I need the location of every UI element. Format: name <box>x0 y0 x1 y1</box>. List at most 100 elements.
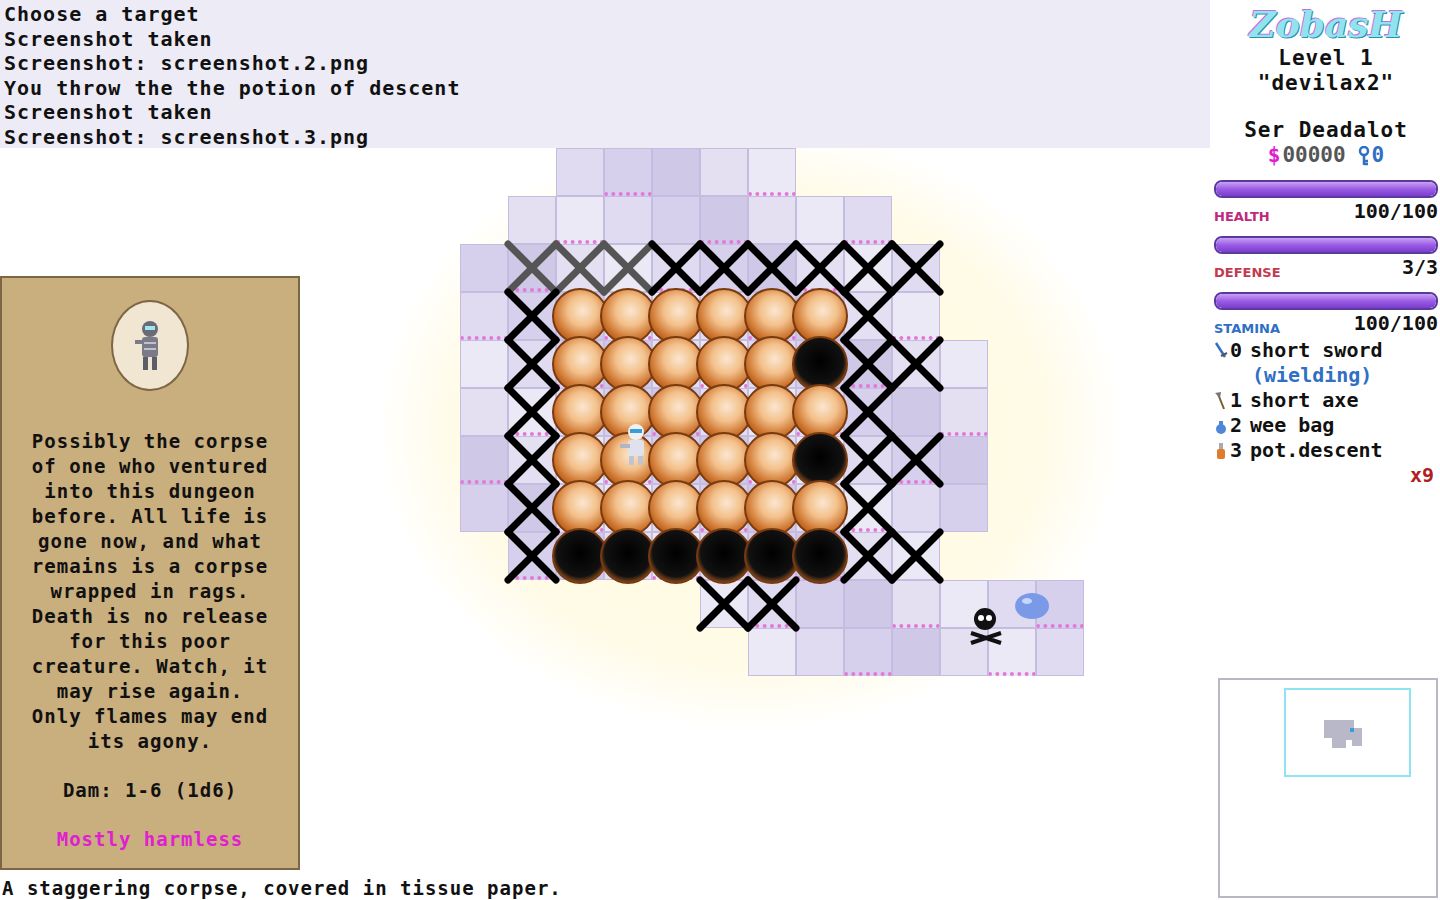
log-message: You throw the the potion of descent <box>4 76 1206 101</box>
target-mark-icon <box>502 430 562 490</box>
floor-tile <box>508 196 556 244</box>
floor-tile <box>460 292 508 340</box>
target-mark-icon <box>502 238 562 298</box>
inventory-hotkey: 2 <box>1230 413 1242 438</box>
log-message: Choose a target <box>4 2 1206 27</box>
dungeon-map[interactable] <box>300 148 1210 876</box>
bag-icon <box>1214 416 1228 436</box>
stat-label: STAMINA <box>1214 321 1280 336</box>
stat-value: 100/100 <box>1354 310 1438 336</box>
description-line: creature. Watch, it <box>32 654 268 679</box>
player-icon[interactable] <box>616 422 656 466</box>
floor-tile <box>604 148 652 196</box>
target-mark-icon <box>790 238 850 298</box>
currency-symbol: $ <box>1268 143 1281 168</box>
floor-tile <box>652 196 700 244</box>
description-line: before. All life is <box>32 504 268 529</box>
floor-tile <box>700 148 748 196</box>
stat-label: HEALTH <box>1214 209 1270 224</box>
inventory-item[interactable]: 3pot.descentx9 <box>1214 438 1438 488</box>
seed-name: "devilax2" <box>1214 71 1438 96</box>
stat-bar <box>1214 180 1438 198</box>
dungeon-level: Level 1 <box>1214 46 1438 71</box>
inventory-item[interactable]: 1short axe <box>1214 388 1438 413</box>
portrait <box>111 300 189 391</box>
floor-tile <box>556 148 604 196</box>
target-mark-icon <box>502 286 562 346</box>
stat-bar-fill <box>1216 238 1436 252</box>
inventory-name: wee bag <box>1250 413 1334 438</box>
inventory-hotkey: 0 <box>1230 338 1242 363</box>
stat: HEALTH 100/100 <box>1214 180 1438 224</box>
stat-value: 3/3 <box>1402 254 1438 280</box>
target-mark-icon <box>742 574 802 634</box>
target-mark-icon <box>886 430 946 490</box>
wealth-row: $000000 <box>1214 143 1438 168</box>
threat-text: Mostly harmless <box>57 827 244 852</box>
floor-tile <box>796 628 844 676</box>
target-mark-icon <box>550 238 610 298</box>
target-mark-icon <box>838 382 898 442</box>
target-mark-icon <box>694 238 754 298</box>
description-line: for this poor <box>32 629 268 654</box>
sidebar: ZobasHLevel 1"devilax2"Ser Deadalot$0000… <box>1210 0 1440 900</box>
description-line: Only flames may end <box>32 704 268 729</box>
target-mark-icon <box>502 382 562 442</box>
stat-bar <box>1214 236 1438 254</box>
log-message: Screenshot: screenshot.2.png <box>4 51 1206 76</box>
inventory-item[interactable]: 0short sword(wielding) <box>1214 338 1438 388</box>
left-column: Possibly the corpseof one who venturedin… <box>0 148 300 876</box>
slime-icon <box>1012 586 1052 620</box>
description-line: wrapped in rags. <box>32 579 268 604</box>
target-mark-icon <box>838 286 898 346</box>
target-mark-icon <box>502 478 562 538</box>
stat: STAMINA 100/100 <box>1214 292 1438 336</box>
floor-tile <box>892 628 940 676</box>
log-message: Screenshot taken <box>4 27 1206 52</box>
description-line: may rise again. <box>32 679 268 704</box>
key-icon <box>1358 146 1370 166</box>
stat-row: DEFENSE 3/3 <box>1214 254 1438 280</box>
sword-icon <box>1214 341 1228 361</box>
floor-tile <box>940 388 988 436</box>
log-message: Screenshot taken <box>4 100 1206 125</box>
stat-row: STAMINA 100/100 <box>1214 310 1438 336</box>
floor-tile <box>892 484 940 532</box>
inventory-row: 1short axe <box>1214 388 1438 413</box>
fire-cloud <box>792 528 848 584</box>
minimap-view-icon <box>1220 680 1438 898</box>
axe-icon <box>1214 391 1228 411</box>
stat-label: DEFENSE <box>1214 265 1281 280</box>
minimap <box>1218 678 1438 898</box>
game-screen: Choose a targetScreenshot takenScreensho… <box>0 0 1440 900</box>
skull-icon <box>965 603 1009 647</box>
floor-tile <box>844 580 892 628</box>
description: Possibly the corpseof one who venturedin… <box>32 429 268 754</box>
target-mark-icon <box>886 334 946 394</box>
target-mark-icon <box>838 478 898 538</box>
target-mark-icon <box>598 238 658 298</box>
damage-text: Dam: 1-6 (1d6) <box>63 778 237 803</box>
stat-value: 100/100 <box>1354 198 1438 224</box>
game-logo: ZobasH <box>1214 2 1438 46</box>
floor-tile <box>748 628 796 676</box>
floor-tile <box>892 580 940 628</box>
floor-tile <box>940 340 988 388</box>
floor-tile <box>460 244 508 292</box>
description-line: into this dungeon <box>32 479 268 504</box>
floor-tile <box>940 436 988 484</box>
floor-tile <box>652 148 700 196</box>
description-line: Death is no release <box>32 604 268 629</box>
inventory: 0short sword(wielding)1short axe2 wee bag… <box>1214 338 1438 488</box>
floor-tile <box>460 340 508 388</box>
inventory-item[interactable]: 2 wee bag <box>1214 413 1438 438</box>
floor-tile <box>844 196 892 244</box>
inventory-name: short axe <box>1250 388 1358 413</box>
stat-bar-fill <box>1216 182 1436 196</box>
floor-tile <box>556 196 604 244</box>
floor-tile <box>700 196 748 244</box>
inventory-row: 2 wee bag <box>1214 413 1438 438</box>
floor-tile <box>460 388 508 436</box>
description-line: its agony. <box>32 729 268 754</box>
target-mark-icon <box>694 574 754 634</box>
